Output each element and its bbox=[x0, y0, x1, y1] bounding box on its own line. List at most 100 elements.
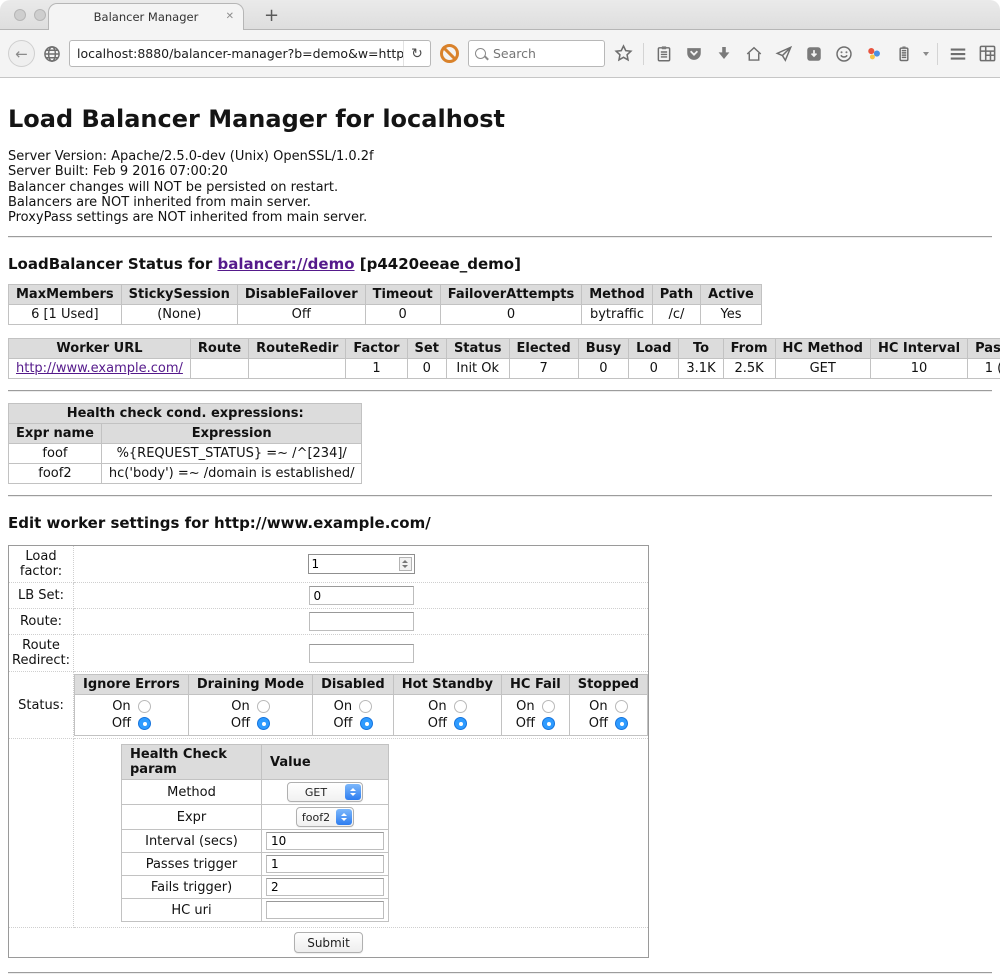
table-cell bbox=[190, 359, 248, 379]
status-cell: Ignore Errors Draining Mode Disabled Hot… bbox=[74, 672, 649, 739]
radio-on[interactable] bbox=[542, 700, 555, 713]
extension-button[interactable] bbox=[862, 42, 885, 65]
content-blocked-icon[interactable] bbox=[440, 44, 459, 63]
field-cell bbox=[74, 583, 649, 609]
grid-icon bbox=[978, 44, 997, 63]
menu-button[interactable] bbox=[946, 42, 969, 65]
table-row: On Off On Off On Off On bbox=[75, 695, 648, 736]
battery-icon bbox=[895, 45, 913, 63]
pocket-button[interactable] bbox=[682, 42, 705, 65]
column-header: StickySession bbox=[121, 285, 237, 305]
overflow-caret-icon[interactable] bbox=[923, 52, 929, 56]
table-cell: 0 bbox=[365, 305, 440, 325]
empty-label bbox=[9, 739, 74, 928]
radio-off[interactable] bbox=[138, 717, 151, 730]
home-button[interactable] bbox=[742, 42, 765, 65]
number-spinner-icon[interactable] bbox=[399, 557, 412, 571]
search-bar[interactable] bbox=[468, 40, 605, 67]
load-factor-input[interactable] bbox=[309, 555, 397, 573]
column-header: HC Interval bbox=[870, 339, 967, 359]
navigation-toolbar: ← ↻ bbox=[0, 30, 1000, 78]
reading-list-button[interactable] bbox=[652, 42, 675, 65]
expr-name-cell: foof bbox=[9, 444, 102, 464]
field-cell bbox=[74, 546, 649, 583]
page-content: Load Balancer Manager for localhost Serv… bbox=[0, 105, 1000, 974]
url-bar[interactable]: ↻ bbox=[69, 40, 431, 67]
server-version-line: Server Version: Apache/2.5.0-dev (Unix) … bbox=[8, 149, 992, 164]
form-row: LB Set: bbox=[9, 583, 649, 609]
route-input[interactable] bbox=[309, 612, 414, 631]
radio-on[interactable] bbox=[615, 700, 628, 713]
url-input[interactable] bbox=[77, 46, 403, 61]
globe-icon bbox=[43, 45, 61, 63]
send-tab-button[interactable] bbox=[772, 42, 795, 65]
table-cell: bytraffic bbox=[582, 305, 652, 325]
edit-worker-heading: Edit worker settings for http://www.exam… bbox=[8, 514, 992, 532]
tab-groups-button[interactable] bbox=[976, 42, 999, 65]
column-header: RouteRedir bbox=[249, 339, 346, 359]
column-header: DisableFailover bbox=[237, 285, 365, 305]
radio-off[interactable] bbox=[615, 717, 628, 730]
route-redirect-input[interactable] bbox=[309, 644, 414, 663]
radio-off[interactable] bbox=[542, 717, 555, 730]
browser-tab[interactable]: Balancer Manager ✕ bbox=[48, 3, 244, 30]
submit-button[interactable]: Submit bbox=[294, 932, 363, 953]
close-window-icon[interactable] bbox=[14, 9, 26, 21]
balancer-status-table: MaxMembers StickySession DisableFailover… bbox=[8, 284, 762, 325]
table-header-row: Health check cond. expressions: bbox=[9, 404, 362, 424]
column-header: Expr name bbox=[9, 424, 102, 444]
menu-icon bbox=[948, 44, 968, 64]
back-button[interactable]: ← bbox=[8, 40, 35, 67]
column-header: To bbox=[679, 339, 723, 359]
hc-method-select[interactable]: GET bbox=[287, 782, 363, 802]
star-icon bbox=[614, 44, 633, 63]
site-identity-button[interactable] bbox=[42, 44, 62, 64]
table-cell bbox=[249, 359, 346, 379]
hc-passes-input[interactable] bbox=[266, 855, 384, 873]
column-header: FailoverAttempts bbox=[440, 285, 582, 305]
table-cell: 1 bbox=[346, 359, 407, 379]
hc-uri-input[interactable] bbox=[266, 901, 384, 919]
radio-on[interactable] bbox=[257, 700, 270, 713]
balancer-link[interactable]: balancer://demo bbox=[217, 255, 354, 273]
bookmark-star-button[interactable] bbox=[612, 42, 635, 65]
lb-set-input[interactable] bbox=[309, 586, 414, 605]
expr-name-cell: foof2 bbox=[9, 464, 102, 484]
search-input[interactable] bbox=[491, 45, 581, 62]
column-header: Status bbox=[446, 339, 509, 359]
radio-off[interactable] bbox=[257, 717, 270, 730]
radio-off[interactable] bbox=[454, 717, 467, 730]
load-factor-stepper[interactable] bbox=[308, 554, 415, 574]
column-header: Factor bbox=[346, 339, 407, 359]
save-panel-button[interactable] bbox=[802, 42, 825, 65]
feedback-button[interactable] bbox=[832, 42, 855, 65]
hc-interval-input[interactable] bbox=[266, 832, 384, 850]
toolbar-separator bbox=[937, 43, 938, 65]
radio-on[interactable] bbox=[138, 700, 151, 713]
hc-expr-select[interactable]: foof2 bbox=[296, 807, 354, 827]
table-header-row: Health Check param Value bbox=[122, 745, 389, 780]
status-hot-standby-cell: On Off bbox=[393, 695, 501, 736]
reload-button[interactable]: ↻ bbox=[403, 41, 430, 66]
new-tab-button[interactable]: + bbox=[264, 5, 279, 26]
battery-extension-button[interactable] bbox=[892, 42, 915, 65]
titlebar: Balancer Manager ✕ + bbox=[0, 0, 1000, 30]
worker-url-link[interactable]: http://www.example.com/ bbox=[16, 361, 183, 376]
status-ignore-errors-cell: On Off bbox=[75, 695, 189, 736]
server-info: Server Version: Apache/2.5.0-dev (Unix) … bbox=[8, 149, 992, 225]
param-value-cell bbox=[262, 830, 389, 853]
close-tab-icon[interactable]: ✕ bbox=[226, 11, 234, 23]
downloads-button[interactable] bbox=[712, 42, 735, 65]
table-row: Method GET bbox=[122, 780, 389, 805]
column-header: HC Method bbox=[775, 339, 870, 359]
hc-fails-input[interactable] bbox=[266, 878, 384, 896]
minimize-window-icon[interactable] bbox=[34, 9, 46, 21]
radio-on[interactable] bbox=[359, 700, 372, 713]
select-stepper-icon bbox=[336, 809, 352, 825]
radio-on[interactable] bbox=[454, 700, 467, 713]
table-row: HC uri bbox=[122, 899, 389, 922]
field-label: LB Set: bbox=[9, 583, 74, 609]
param-value-cell: GET bbox=[262, 780, 389, 805]
radio-off[interactable] bbox=[360, 717, 373, 730]
table-cell: GET bbox=[775, 359, 870, 379]
